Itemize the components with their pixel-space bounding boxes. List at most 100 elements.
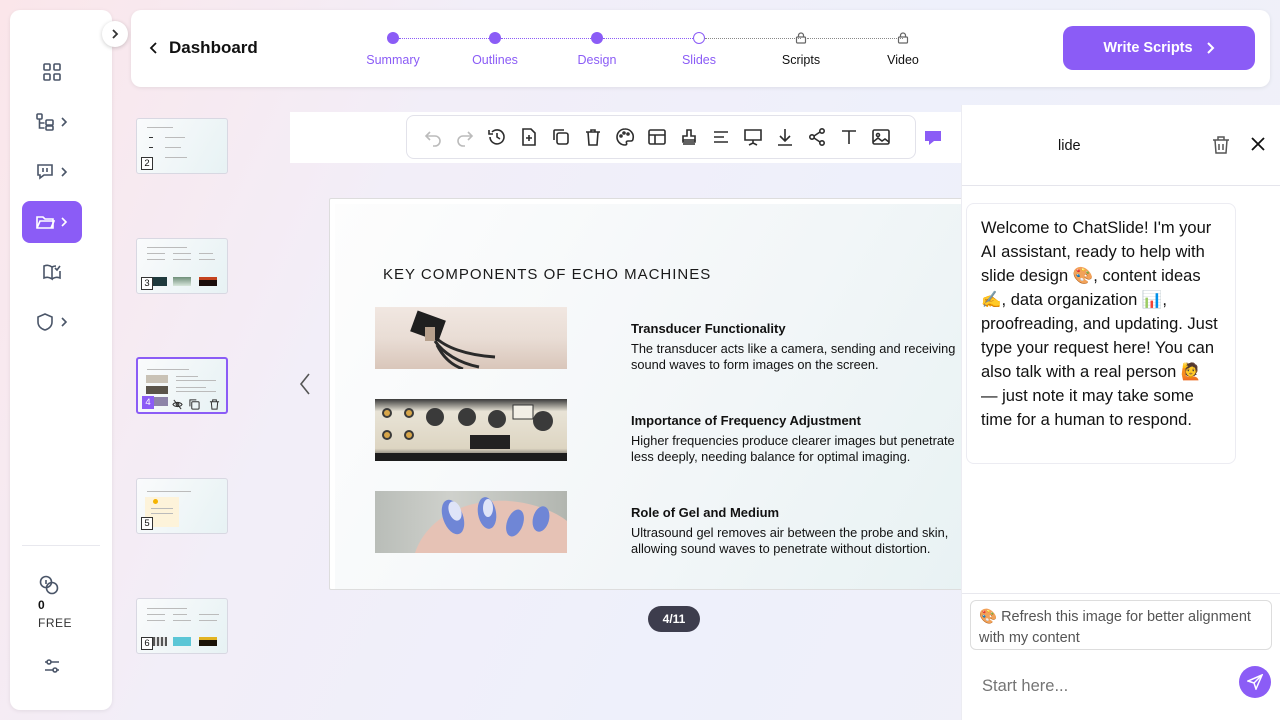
step-label: Scripts	[781, 53, 821, 67]
chat-header: lide	[962, 105, 1280, 186]
image-icon[interactable]	[870, 126, 892, 148]
thumbnail-number: 2	[141, 157, 153, 170]
row-heading[interactable]: Transducer Functionality	[631, 321, 786, 336]
top-header: Dashboard Summary Outlines Design Slides…	[131, 10, 1270, 87]
step-slides[interactable]: Slides	[649, 32, 749, 67]
thumb-line	[176, 380, 216, 381]
stamp-icon[interactable]	[678, 126, 700, 148]
present-icon[interactable]	[742, 126, 764, 148]
redo-icon[interactable]	[454, 126, 476, 148]
step-video[interactable]: Video	[853, 32, 953, 67]
close-icon[interactable]	[1251, 137, 1265, 151]
step-design[interactable]: Design	[547, 32, 647, 67]
palette-icon[interactable]	[614, 126, 636, 148]
chevron-right-icon	[61, 217, 68, 227]
duplicate-slide-icon[interactable]	[189, 399, 200, 410]
gel-medium-image[interactable]	[375, 491, 567, 553]
thumb-line	[147, 247, 187, 248]
sidebar-item-presentations[interactable]	[22, 151, 82, 193]
thumbnail-number: 4	[142, 396, 154, 409]
thumb-line	[173, 614, 187, 615]
chevron-left-icon	[299, 373, 310, 395]
thumb-image	[153, 637, 167, 646]
sidebar-item-dashboard[interactable]	[22, 51, 82, 93]
hide-slide-icon[interactable]	[172, 399, 183, 410]
text-icon[interactable]	[838, 126, 860, 148]
delete-icon[interactable]	[582, 126, 604, 148]
thumbnail-number: 5	[141, 517, 153, 530]
sidebar-item-security[interactable]	[22, 301, 82, 343]
slide-thumbnail-5[interactable]: 5	[136, 478, 228, 534]
slide-pager: 4/11	[648, 606, 700, 632]
row-heading[interactable]: Importance of Frequency Adjustment	[631, 413, 861, 428]
thumb-line	[147, 127, 173, 128]
slide-thumbnail-4[interactable]: 4	[136, 357, 228, 414]
sidebar-item-library[interactable]	[22, 251, 82, 293]
add-page-icon[interactable]	[518, 126, 540, 148]
download-icon[interactable]	[774, 126, 796, 148]
thumb-image	[173, 637, 191, 646]
slide-title[interactable]: KEY COMPONENTS OF ECHO MACHINES	[383, 266, 711, 283]
thumb-line	[199, 253, 213, 254]
step-dot	[387, 32, 399, 44]
thumb-line	[173, 259, 191, 260]
slide-toolbar	[406, 115, 916, 159]
slide-thumbnail-2[interactable]: 2	[136, 118, 228, 174]
step-dot	[489, 32, 501, 44]
undo-icon[interactable]	[422, 126, 444, 148]
row-body[interactable]: The transducer acts like a camera, sendi…	[631, 341, 961, 372]
transducer-image[interactable]	[375, 307, 567, 369]
credits-icon	[38, 574, 60, 596]
row-body[interactable]: Higher frequencies produce clearer image…	[631, 433, 961, 464]
thumb-image	[199, 637, 217, 646]
presentation-icon	[37, 164, 53, 180]
row-heading[interactable]: Role of Gel and Medium	[631, 505, 779, 520]
thumb-line	[151, 513, 173, 514]
step-outlines[interactable]: Outlines	[445, 32, 545, 67]
thumb-line	[173, 620, 191, 621]
text-align-icon[interactable]	[710, 126, 732, 148]
frequency-panel-image[interactable]	[375, 399, 567, 461]
thumb-image	[153, 277, 167, 286]
step-scripts[interactable]: Scripts	[751, 32, 851, 67]
thumb-icon	[153, 499, 158, 504]
slide-thumbnail-3[interactable]: 3	[136, 238, 228, 294]
thumb-line	[176, 387, 206, 388]
delete-slide-icon[interactable]	[209, 399, 220, 410]
duplicate-icon[interactable]	[550, 126, 572, 148]
write-scripts-button[interactable]: Write Scripts	[1063, 26, 1255, 70]
thumbnail-number: 6	[141, 637, 153, 650]
suggestion-chip[interactable]: 🎨 Refresh this image for better alignmen…	[970, 600, 1272, 650]
clear-chat-icon[interactable]	[1212, 135, 1230, 155]
thumb-line	[199, 259, 215, 260]
share-icon[interactable]	[806, 126, 828, 148]
thumb-image	[146, 386, 168, 394]
thumb-line	[165, 157, 187, 158]
sidebar-item-outlines[interactable]	[22, 101, 82, 143]
send-button[interactable]	[1239, 666, 1271, 698]
chat-title: lide	[1058, 138, 1081, 154]
settings-sliders-icon[interactable]	[43, 657, 61, 675]
thumb-line	[173, 253, 191, 254]
layout-icon[interactable]	[646, 126, 668, 148]
chat-input[interactable]	[982, 675, 1222, 697]
step-dot	[693, 32, 705, 44]
thumb-line	[147, 253, 165, 254]
chat-divider	[962, 593, 1280, 594]
step-label: Video	[887, 53, 919, 67]
step-summary[interactable]: Summary	[343, 32, 443, 67]
slide-canvas[interactable]: KEY COMPONENTS OF ECHO MACHINES Transduc…	[329, 198, 969, 590]
lock-icon	[897, 32, 909, 44]
previous-slide-button[interactable]	[298, 372, 312, 396]
history-icon[interactable]	[486, 126, 508, 148]
chat-bubble-icon[interactable]	[922, 127, 944, 149]
back-to-dashboard-link[interactable]: Dashboard	[149, 38, 258, 58]
sidebar-divider	[22, 545, 100, 546]
thumb-line	[176, 391, 216, 392]
slide-thumbnail-6[interactable]: 6	[136, 598, 228, 654]
sidebar-item-projects[interactable]	[22, 201, 82, 243]
thumb-line	[199, 620, 217, 621]
row-body[interactable]: Ultrasound gel removes air between the p…	[631, 525, 961, 556]
thumb-image	[154, 397, 168, 406]
sidebar-toggle-button[interactable]	[102, 21, 128, 47]
